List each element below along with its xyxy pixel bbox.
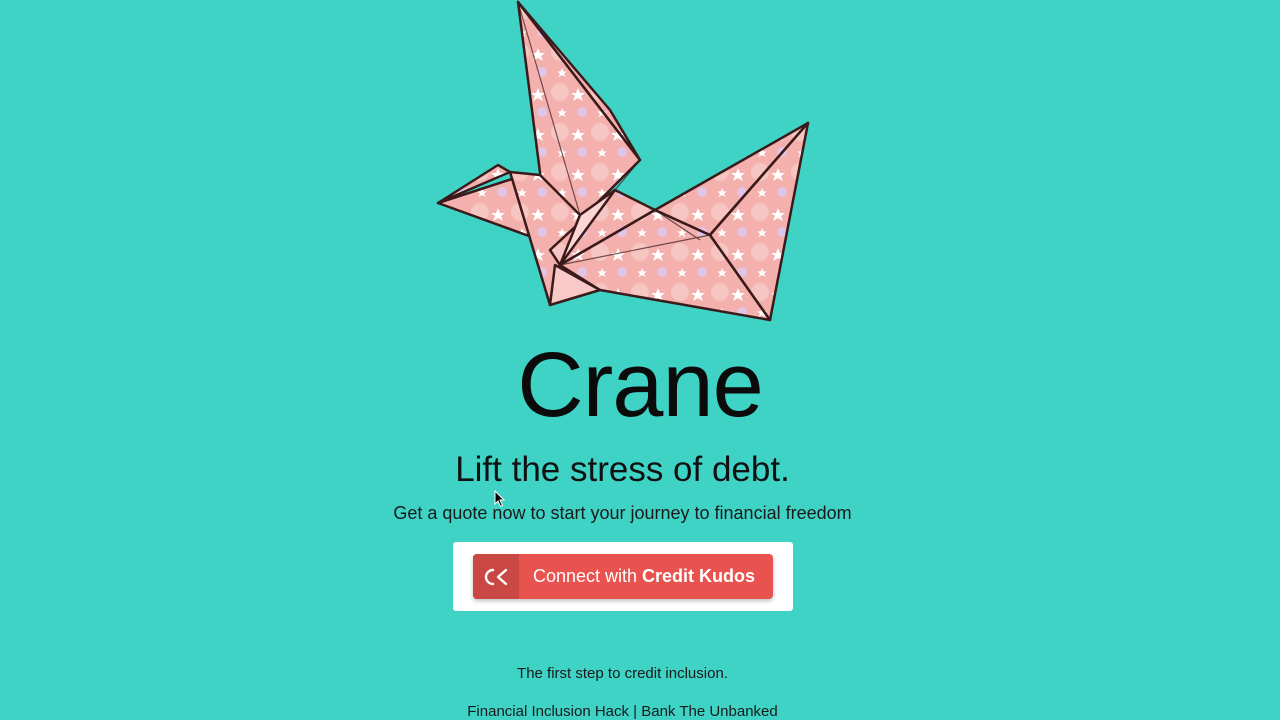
footer-tagline: The first step to credit inclusion. <box>517 665 728 682</box>
mouse-cursor-icon <box>494 490 506 508</box>
connect-card: Connect with Credit Kudos <box>453 542 793 611</box>
connect-button-label: Connect with Credit Kudos <box>519 566 773 587</box>
crane-logo-icon <box>436 0 810 322</box>
subtitle: Get a quote now to start your journey to… <box>393 503 852 523</box>
footer-credits: Financial Inclusion Hack | Bank The Unba… <box>467 703 778 720</box>
connect-prefix: Connect with <box>532 566 643 586</box>
landing-page: Crane Lift the stress of debt. Get a quo… <box>0 0 1280 720</box>
connect-credit-kudos-button[interactable]: Connect with Credit Kudos <box>473 554 773 599</box>
page-title: Crane <box>517 334 764 436</box>
tagline: Lift the stress of debt. <box>455 450 790 489</box>
credit-kudos-logo-icon <box>473 554 519 599</box>
connect-brand: Credit Kudos <box>642 566 756 586</box>
